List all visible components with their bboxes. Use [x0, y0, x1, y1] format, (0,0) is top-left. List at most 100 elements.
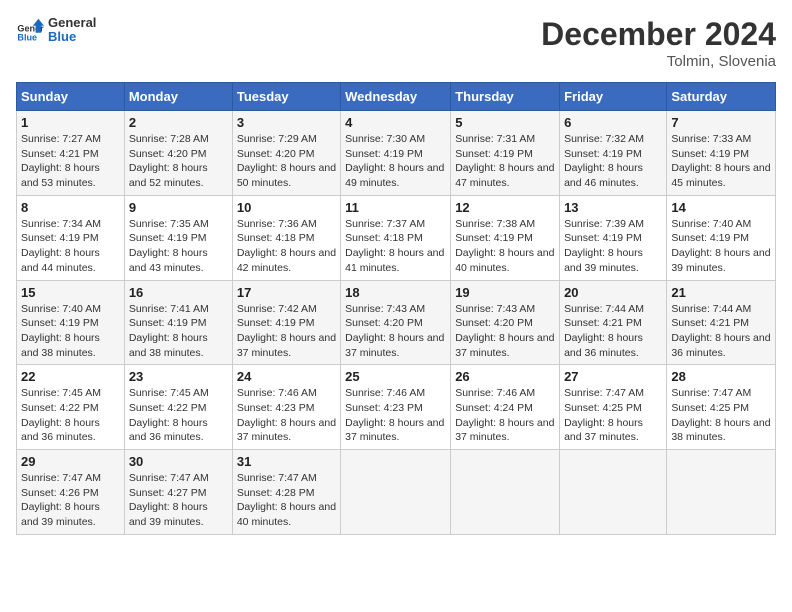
- calendar-cell: [667, 450, 776, 535]
- calendar-cell: 11 Sunrise: 7:37 AM Sunset: 4:18 PM Dayli…: [341, 195, 451, 280]
- day-number: 29: [21, 454, 120, 469]
- day-detail: Sunrise: 7:43 AM Sunset: 4:20 PM Dayligh…: [455, 302, 555, 361]
- calendar-cell: 12 Sunrise: 7:38 AM Sunset: 4:19 PM Dayli…: [451, 195, 560, 280]
- day-detail: Sunrise: 7:43 AM Sunset: 4:20 PM Dayligh…: [345, 302, 446, 361]
- day-number: 1: [21, 115, 120, 130]
- calendar-cell: 13 Sunrise: 7:39 AM Sunset: 4:19 PM Dayli…: [560, 195, 667, 280]
- calendar-week-2: 8 Sunrise: 7:34 AM Sunset: 4:19 PM Daylig…: [17, 195, 776, 280]
- calendar-cell: 26Sunrise: 7:46 AM Sunset: 4:24 PM Dayli…: [451, 365, 560, 450]
- day-number: 20: [564, 285, 662, 300]
- title-block: December 2024 Tolmin, Slovenia: [541, 16, 776, 70]
- page-header: General Blue General Blue December 2024 …: [16, 16, 776, 70]
- day-number: 5: [455, 115, 555, 130]
- calendar-cell: 22Sunrise: 7:45 AM Sunset: 4:22 PM Dayli…: [17, 365, 125, 450]
- day-number: 17: [237, 285, 336, 300]
- weekday-header-monday: Monday: [124, 83, 232, 111]
- day-number: 16: [129, 285, 228, 300]
- day-detail: Sunrise: 7:38 AM Sunset: 4:19 PM Dayligh…: [455, 217, 555, 276]
- day-number: 30: [129, 454, 228, 469]
- calendar-week-5: 29 Sunrise: 7:47 AM Sunset: 4:26 PM Dayli…: [17, 450, 776, 535]
- day-detail: Sunrise: 7:46 AM Sunset: 4:23 PM Dayligh…: [345, 386, 446, 445]
- day-detail: Sunrise: 7:39 AM Sunset: 4:19 PM Dayligh…: [564, 217, 662, 276]
- day-detail: Sunrise: 7:47 AM Sunset: 4:26 PM Dayligh…: [21, 471, 120, 530]
- weekday-header-row: SundayMondayTuesdayWednesdayThursdayFrid…: [17, 83, 776, 111]
- day-number: 28: [671, 369, 771, 384]
- day-detail: Sunrise: 7:45 AM Sunset: 4:22 PM Dayligh…: [129, 386, 228, 445]
- day-number: 11: [345, 200, 446, 215]
- day-detail: Sunrise: 7:33 AM Sunset: 4:19 PM Dayligh…: [671, 132, 771, 191]
- day-detail: Sunrise: 7:27 AM Sunset: 4:21 PM Dayligh…: [21, 132, 120, 191]
- calendar-cell: 20Sunrise: 7:44 AM Sunset: 4:21 PM Dayli…: [560, 280, 667, 365]
- calendar-cell: 19 Sunrise: 7:43 AM Sunset: 4:20 PM Dayli…: [451, 280, 560, 365]
- day-number: 25: [345, 369, 446, 384]
- day-detail: Sunrise: 7:42 AM Sunset: 4:19 PM Dayligh…: [237, 302, 336, 361]
- day-detail: Sunrise: 7:29 AM Sunset: 4:20 PM Dayligh…: [237, 132, 336, 191]
- calendar-cell: 8 Sunrise: 7:34 AM Sunset: 4:19 PM Daylig…: [17, 195, 125, 280]
- month-title: December 2024: [541, 16, 776, 53]
- calendar-body: 1 Sunrise: 7:27 AM Sunset: 4:21 PM Daylig…: [17, 111, 776, 535]
- calendar-cell: 24 Sunrise: 7:46 AM Sunset: 4:23 PM Dayli…: [232, 365, 340, 450]
- day-detail: Sunrise: 7:47 AM Sunset: 4:25 PM Dayligh…: [671, 386, 771, 445]
- weekday-header-wednesday: Wednesday: [341, 83, 451, 111]
- weekday-header-sunday: Sunday: [17, 83, 125, 111]
- day-number: 26: [455, 369, 555, 384]
- day-number: 10: [237, 200, 336, 215]
- weekday-header-tuesday: Tuesday: [232, 83, 340, 111]
- day-detail: Sunrise: 7:47 AM Sunset: 4:28 PM Dayligh…: [237, 471, 336, 530]
- calendar-cell: 5Sunrise: 7:31 AM Sunset: 4:19 PM Daylig…: [451, 111, 560, 196]
- day-detail: Sunrise: 7:41 AM Sunset: 4:19 PM Dayligh…: [129, 302, 228, 361]
- day-number: 12: [455, 200, 555, 215]
- day-number: 8: [21, 200, 120, 215]
- day-number: 6: [564, 115, 662, 130]
- calendar-cell: 15 Sunrise: 7:40 AM Sunset: 4:19 PM Dayli…: [17, 280, 125, 365]
- calendar-week-3: 15 Sunrise: 7:40 AM Sunset: 4:19 PM Dayli…: [17, 280, 776, 365]
- calendar-table: SundayMondayTuesdayWednesdayThursdayFrid…: [16, 82, 776, 535]
- day-number: 23: [129, 369, 228, 384]
- day-number: 27: [564, 369, 662, 384]
- day-detail: Sunrise: 7:30 AM Sunset: 4:19 PM Dayligh…: [345, 132, 446, 191]
- calendar-cell: 28 Sunrise: 7:47 AM Sunset: 4:25 PM Dayli…: [667, 365, 776, 450]
- calendar-cell: 16 Sunrise: 7:41 AM Sunset: 4:19 PM Dayli…: [124, 280, 232, 365]
- calendar-cell: 27 Sunrise: 7:47 AM Sunset: 4:25 PM Dayli…: [560, 365, 667, 450]
- calendar-cell: 30 Sunrise: 7:47 AM Sunset: 4:27 PM Dayli…: [124, 450, 232, 535]
- calendar-week-1: 1 Sunrise: 7:27 AM Sunset: 4:21 PM Daylig…: [17, 111, 776, 196]
- day-detail: Sunrise: 7:46 AM Sunset: 4:23 PM Dayligh…: [237, 386, 336, 445]
- day-number: 7: [671, 115, 771, 130]
- calendar-cell: 23 Sunrise: 7:45 AM Sunset: 4:22 PM Dayli…: [124, 365, 232, 450]
- calendar-cell: 9Sunrise: 7:35 AM Sunset: 4:19 PM Daylig…: [124, 195, 232, 280]
- day-detail: Sunrise: 7:34 AM Sunset: 4:19 PM Dayligh…: [21, 217, 120, 276]
- day-detail: Sunrise: 7:37 AM Sunset: 4:18 PM Dayligh…: [345, 217, 446, 276]
- weekday-header-thursday: Thursday: [451, 83, 560, 111]
- svg-text:Blue: Blue: [17, 33, 37, 43]
- day-number: 9: [129, 200, 228, 215]
- calendar-cell: 17 Sunrise: 7:42 AM Sunset: 4:19 PM Dayli…: [232, 280, 340, 365]
- day-detail: Sunrise: 7:32 AM Sunset: 4:19 PM Dayligh…: [564, 132, 662, 191]
- day-number: 18: [345, 285, 446, 300]
- day-detail: Sunrise: 7:40 AM Sunset: 4:19 PM Dayligh…: [21, 302, 120, 361]
- day-number: 22: [21, 369, 120, 384]
- calendar-cell: [341, 450, 451, 535]
- location: Tolmin, Slovenia: [541, 53, 776, 70]
- day-number: 24: [237, 369, 336, 384]
- day-number: 19: [455, 285, 555, 300]
- calendar-cell: 4 Sunrise: 7:30 AM Sunset: 4:19 PM Daylig…: [341, 111, 451, 196]
- calendar-cell: 25 Sunrise: 7:46 AM Sunset: 4:23 PM Dayli…: [341, 365, 451, 450]
- calendar-cell: 18 Sunrise: 7:43 AM Sunset: 4:20 PM Dayli…: [341, 280, 451, 365]
- day-number: 21: [671, 285, 771, 300]
- calendar-cell: [560, 450, 667, 535]
- logo-icon: General Blue: [16, 16, 44, 44]
- day-number: 31: [237, 454, 336, 469]
- day-number: 15: [21, 285, 120, 300]
- weekday-header-saturday: Saturday: [667, 83, 776, 111]
- day-number: 14: [671, 200, 771, 215]
- calendar-cell: 3Sunrise: 7:29 AM Sunset: 4:20 PM Daylig…: [232, 111, 340, 196]
- calendar-cell: 21 Sunrise: 7:44 AM Sunset: 4:21 PM Dayli…: [667, 280, 776, 365]
- day-number: 13: [564, 200, 662, 215]
- day-detail: Sunrise: 7:44 AM Sunset: 4:21 PM Dayligh…: [671, 302, 771, 361]
- day-number: 4: [345, 115, 446, 130]
- day-detail: Sunrise: 7:47 AM Sunset: 4:27 PM Dayligh…: [129, 471, 228, 530]
- calendar-cell: 29 Sunrise: 7:47 AM Sunset: 4:26 PM Dayli…: [17, 450, 125, 535]
- day-detail: Sunrise: 7:28 AM Sunset: 4:20 PM Dayligh…: [129, 132, 228, 191]
- day-number: 2: [129, 115, 228, 130]
- day-detail: Sunrise: 7:47 AM Sunset: 4:25 PM Dayligh…: [564, 386, 662, 445]
